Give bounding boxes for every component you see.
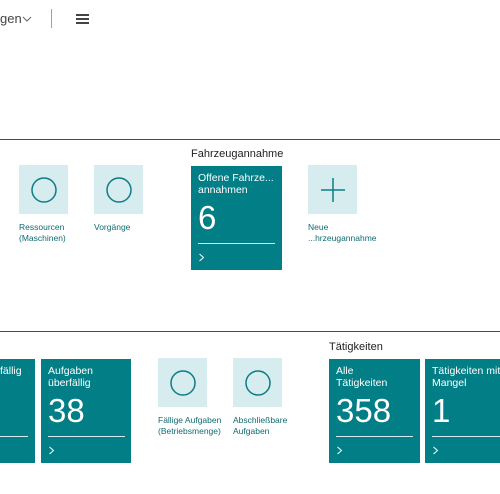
cue-title: fällig [0, 365, 22, 377]
circle-icon [169, 369, 196, 396]
menu-label[interactable]: gen [0, 11, 22, 26]
hamburger-menu-icon[interactable] [76, 14, 89, 24]
chevron-down-icon[interactable] [22, 14, 32, 24]
cue-title: Offene Fahrze... annahmen [198, 172, 274, 196]
section-title-taetigkeiten: Tätigkeiten [329, 341, 383, 353]
cue-rule [48, 436, 125, 437]
circle-icon [105, 176, 132, 203]
cue-aufgaben-ueberfaellig[interactable]: Aufgaben überfällig 38 [41, 359, 131, 463]
cue-value: 1 [432, 392, 451, 429]
cue-faellig-partial[interactable]: fällig [0, 359, 35, 463]
action-faellige-aufgaben-label[interactable]: Fällige Aufgaben (Betriebsmenge) [158, 415, 221, 437]
action-abschliessbare-aufgaben-label[interactable]: Abschließbare Aufgaben [233, 415, 287, 437]
action-neue-fahrzeugannahme-label[interactable]: Neue ...hrzeugannahme [308, 222, 377, 244]
cue-taetigkeiten-mit-mangel[interactable]: Tätigkeiten mit Mangel 1 [425, 359, 500, 463]
action-vorgaenge-button[interactable] [94, 165, 143, 214]
plus-icon [320, 177, 345, 202]
cue-alle-taetigkeiten[interactable]: Alle Tätigkeiten 358 [329, 359, 420, 463]
cue-title: Alle Tätigkeiten [336, 365, 388, 389]
action-neue-fahrzeugannahme-button[interactable] [308, 165, 357, 214]
action-ressourcen-button[interactable] [19, 165, 68, 214]
action-abschliessbare-aufgaben-button[interactable] [233, 358, 282, 407]
section-separator [0, 139, 500, 140]
cue-rule [336, 436, 413, 437]
action-faellige-aufgaben-button[interactable] [158, 358, 207, 407]
section-title-fahrzeugannahme: Fahrzeugannahme [191, 148, 284, 160]
section-separator [0, 331, 500, 332]
chevron-right-icon [337, 446, 343, 455]
action-ressourcen-label[interactable]: Ressourcen (Maschinen) [19, 222, 66, 244]
cue-value: 6 [198, 199, 217, 236]
cue-rule [432, 436, 500, 437]
cue-offene-fahrzeugannahmen[interactable]: Offene Fahrze... annahmen 6 [191, 166, 282, 270]
cue-rule [198, 243, 275, 244]
cue-rule [0, 436, 28, 437]
cue-value: 358 [336, 392, 392, 429]
chevron-right-icon [433, 446, 439, 455]
action-vorgaenge-label[interactable]: Vorgänge [94, 222, 130, 233]
cue-title: Tätigkeiten mit Mangel [432, 365, 500, 389]
cue-title: Aufgaben überfällig [48, 365, 93, 389]
circle-icon [244, 369, 271, 396]
cue-value: 38 [48, 392, 85, 429]
chevron-right-icon [199, 253, 205, 262]
chevron-right-icon [49, 446, 55, 455]
circle-icon [30, 176, 57, 203]
toolbar-divider [51, 9, 52, 28]
